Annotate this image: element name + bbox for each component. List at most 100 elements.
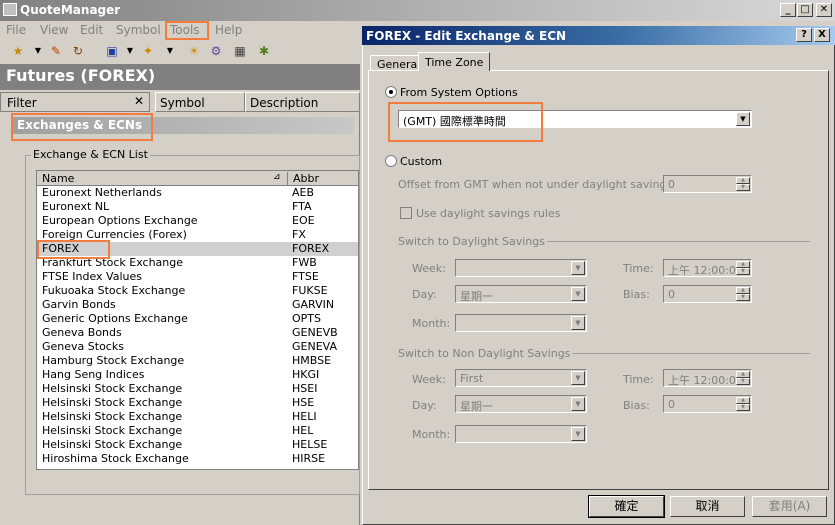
dst-month-select[interactable]: ▼ bbox=[455, 314, 587, 332]
name-column-header[interactable]: Name bbox=[42, 172, 74, 185]
list-item-name: Helsinski Stock Exchange bbox=[42, 396, 183, 409]
dropdown-icon[interactable]: ▼ bbox=[122, 43, 138, 59]
bug-icon[interactable]: ✱ bbox=[256, 43, 272, 59]
menu-help[interactable]: Help bbox=[215, 23, 242, 37]
list-item[interactable]: Hiroshima Stock Exchange HIRSE bbox=[37, 452, 358, 466]
maximize-button[interactable]: □ bbox=[797, 3, 813, 17]
spin-icon: ▲ ▼ bbox=[736, 177, 750, 191]
list-item[interactable]: Helsinski Stock Exchange HELI bbox=[37, 410, 358, 424]
list-item-name: Helsinski Stock Exchange bbox=[42, 424, 183, 437]
chart-icon[interactable]: ▣ bbox=[104, 43, 120, 59]
list-item-name: Euronext NL bbox=[42, 200, 110, 213]
close-icon[interactable]: ✕ bbox=[134, 94, 144, 108]
offset-value: 0 bbox=[668, 178, 675, 191]
dst-bias-value: 0 bbox=[668, 288, 675, 301]
abbr-column-header[interactable]: Abbr bbox=[287, 172, 319, 186]
list-item[interactable]: Helsinski Stock Exchange HSEI bbox=[37, 382, 358, 396]
non-dst-week-select[interactable]: First ▼ bbox=[455, 369, 587, 387]
non-dst-day-value: 星期一 bbox=[460, 400, 493, 413]
custom-radio[interactable] bbox=[385, 155, 397, 167]
list-item-name: Hang Seng Indices bbox=[42, 368, 145, 381]
dialog-title: FOREX - Edit Exchange & ECN bbox=[366, 29, 567, 43]
dst-time-value: 上午 12:00:0 bbox=[668, 264, 736, 277]
tools-icon[interactable]: ⚙ bbox=[208, 43, 224, 59]
time-label: Time: bbox=[623, 262, 654, 275]
list-item[interactable]: Geneva Stocks GENEVA bbox=[37, 340, 358, 354]
cancel-button[interactable]: 取消 bbox=[670, 496, 745, 517]
list-item[interactable]: Euronext Netherlands AEB bbox=[37, 186, 358, 200]
day-label: Day: bbox=[412, 288, 437, 301]
list-item[interactable]: Helsinski Stock Exchange HEL bbox=[37, 424, 358, 438]
dst-week-select[interactable]: ▼ bbox=[455, 259, 587, 277]
apply-button[interactable]: 套用(A) bbox=[752, 496, 827, 517]
list-item[interactable]: Euronext NL FTA bbox=[37, 200, 358, 214]
edit-icon[interactable]: ✎ bbox=[48, 43, 64, 59]
dst-bias-stepper[interactable]: 0 ▲ ▼ bbox=[663, 285, 752, 303]
toolbar: ★ ▼ ✎ ↻ ▣ ▼ ✦ ▼ ☀ ⚙ ▦ ✱ bbox=[0, 40, 360, 64]
spin-icon: ▲ ▼ bbox=[736, 371, 750, 385]
list-item-abbr: FTSE bbox=[292, 270, 319, 283]
list-item-abbr: GENEVB bbox=[292, 326, 338, 339]
ok-button[interactable]: 確定 bbox=[588, 495, 665, 518]
list-item-abbr: FUKSE bbox=[292, 284, 328, 297]
menu-symbol[interactable]: Symbol bbox=[116, 23, 161, 37]
list-item-name: Helsinski Stock Exchange bbox=[42, 410, 183, 423]
month-label: Month: bbox=[412, 317, 451, 330]
use-dst-checkbox[interactable] bbox=[400, 207, 412, 219]
column-symbol[interactable]: Symbol bbox=[155, 92, 245, 112]
list-item-abbr: FOREX bbox=[292, 242, 330, 255]
non-dst-month-select[interactable]: ▼ bbox=[455, 425, 587, 443]
calendar-icon[interactable]: ▦ bbox=[232, 43, 248, 59]
list-rows: Euronext Netherlands AEB Euronext NL FTA Eur… bbox=[37, 186, 358, 466]
list-item[interactable]: Helsinski Stock Exchange HSE bbox=[37, 396, 358, 410]
chevron-down-icon: ▼ bbox=[571, 261, 585, 275]
minimize-button[interactable]: _ bbox=[780, 3, 796, 17]
from-system-radio[interactable] bbox=[385, 86, 397, 98]
exchange-list[interactable]: Name ⊿ Abbr Euronext Netherlands AEB Euron… bbox=[36, 170, 359, 470]
highlight-tools bbox=[165, 21, 209, 40]
list-item[interactable]: Garvin Bonds GARVIN bbox=[37, 298, 358, 312]
list-item[interactable]: European Options Exchange EOE bbox=[37, 214, 358, 228]
list-item[interactable]: Geneva Bonds GENEVB bbox=[37, 326, 358, 340]
non-dst-day-select[interactable]: 星期一 ▼ bbox=[455, 395, 587, 413]
list-header: Name ⊿ Abbr bbox=[37, 171, 358, 186]
list-item[interactable]: Generic Options Exchange OPTS bbox=[37, 312, 358, 326]
use-dst-label: Use daylight savings rules bbox=[416, 207, 561, 220]
dropdown-icon[interactable]: ▼ bbox=[30, 43, 46, 59]
column-description[interactable]: Description bbox=[245, 92, 360, 112]
list-item[interactable]: Fukuoaka Stock Exchange FUKSE bbox=[37, 284, 358, 298]
list-item-abbr: FWB bbox=[292, 256, 317, 269]
list-item[interactable]: FTSE Index Values FTSE bbox=[37, 270, 358, 284]
list-item-name: European Options Exchange bbox=[42, 214, 198, 227]
list-item-abbr: FX bbox=[292, 228, 306, 241]
dialog-titlebar: FOREX - Edit Exchange & ECN ? X bbox=[362, 26, 835, 45]
app-title: QuoteManager bbox=[20, 3, 121, 17]
filter-bar[interactable]: Filter ✕ bbox=[0, 92, 150, 112]
non-dst-bias-stepper[interactable]: 0 ▲ ▼ bbox=[663, 395, 752, 413]
sun-icon[interactable]: ☀ bbox=[186, 43, 202, 59]
page-title: Futures (FOREX) bbox=[0, 64, 360, 90]
help-button[interactable]: ? bbox=[796, 28, 812, 42]
menu-edit[interactable]: Edit bbox=[80, 23, 103, 37]
menu-view[interactable]: View bbox=[40, 23, 68, 37]
list-item[interactable]: Hang Seng Indices HKGI bbox=[37, 368, 358, 382]
new-icon[interactable]: ★ bbox=[10, 43, 26, 59]
from-system-label: From System Options bbox=[400, 86, 518, 99]
dialog-close-button[interactable]: X bbox=[814, 28, 830, 42]
dst-day-select[interactable]: 星期一 ▼ bbox=[455, 285, 587, 303]
non-dst-time-stepper[interactable]: 上午 12:00:0 ▲ ▼ bbox=[663, 369, 752, 387]
list-item[interactable]: Helsinski Stock Exchange HELSE bbox=[37, 438, 358, 452]
tab-time-zone[interactable]: Time Zone bbox=[418, 52, 491, 71]
list-item-name: Helsinski Stock Exchange bbox=[42, 382, 183, 395]
refresh-icon[interactable]: ↻ bbox=[70, 43, 86, 59]
close-button[interactable]: ✕ bbox=[816, 3, 832, 17]
star-icon[interactable]: ✦ bbox=[140, 43, 156, 59]
list-item-name: FTSE Index Values bbox=[42, 270, 142, 283]
list-item[interactable]: Hamburg Stock Exchange HMBSE bbox=[37, 354, 358, 368]
dst-time-stepper[interactable]: 上午 12:00:0 ▲ ▼ bbox=[663, 259, 752, 277]
month-label: Month: bbox=[412, 428, 451, 441]
app-icon bbox=[3, 3, 17, 16]
offset-stepper[interactable]: 0 ▲ ▼ bbox=[663, 175, 752, 193]
dropdown-icon[interactable]: ▼ bbox=[162, 43, 178, 59]
menu-file[interactable]: File bbox=[6, 23, 26, 37]
